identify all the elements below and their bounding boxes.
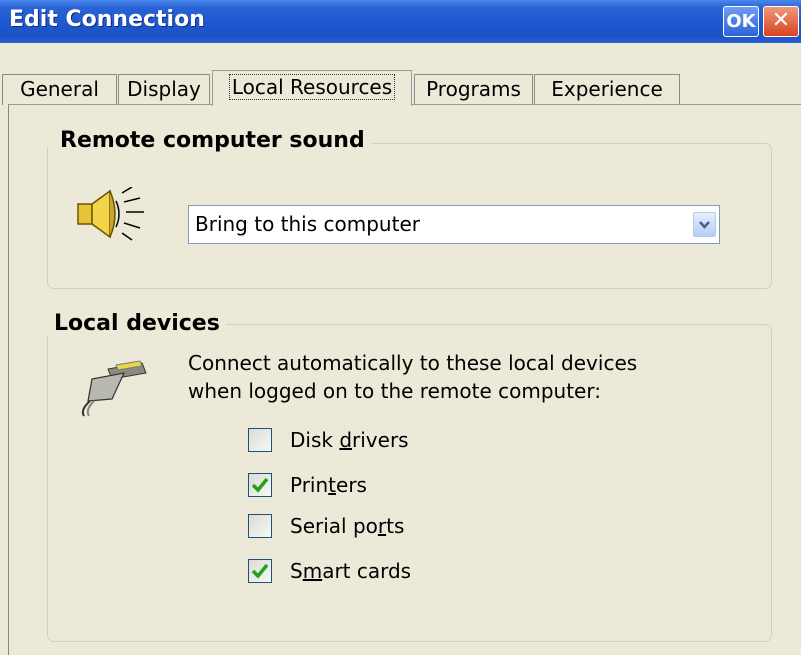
devices-group-title: Local devices: [42, 311, 226, 336]
tab-label: Display: [127, 77, 201, 101]
tab-label: Programs: [426, 77, 521, 101]
serial-ports-label: Serial ports: [290, 514, 405, 538]
checkmark-icon: [251, 477, 269, 493]
ok-button[interactable]: OK: [723, 6, 759, 37]
tab-display[interactable]: Display: [118, 74, 210, 105]
sound-group-title: Remote computer sound: [48, 128, 371, 153]
devices-description-line2: when logged on to the remote computer:: [188, 379, 601, 403]
title-bar: Edit Connection OK ✕: [0, 0, 801, 43]
printers-label: Printers: [290, 473, 367, 497]
chevron-down-icon: [699, 221, 710, 229]
close-button[interactable]: ✕: [763, 6, 799, 37]
checkmark-icon: [251, 563, 269, 579]
tab-label: Local Resources: [228, 74, 396, 100]
tab-label: Experience: [551, 77, 663, 101]
devices-description-line1: Connect automatically to these local dev…: [188, 351, 638, 375]
close-icon: ✕: [771, 8, 791, 33]
tab-experience[interactable]: Experience: [534, 74, 680, 105]
smart-cards-checkbox[interactable]: [248, 559, 272, 583]
window-title: Edit Connection: [9, 7, 205, 32]
smart-cards-label: Smart cards: [290, 559, 412, 583]
speaker-icon: [77, 187, 144, 241]
tab-general[interactable]: General: [2, 74, 117, 105]
printers-checkbox[interactable]: [248, 473, 272, 497]
sound-selected-value: Bring to this computer: [195, 212, 420, 236]
tab-label: General: [20, 77, 99, 101]
disk-drivers-checkbox[interactable]: [248, 428, 272, 452]
tab-strip: General Display Local Resources Programs…: [0, 43, 801, 106]
dropdown-button[interactable]: [693, 212, 716, 237]
disk-drivers-label: Disk drivers: [290, 428, 409, 452]
sound-dropdown[interactable]: Bring to this computer: [188, 205, 720, 244]
serial-ports-checkbox[interactable]: [248, 514, 272, 538]
cable-plug-icon: [81, 360, 147, 417]
tab-local-resources[interactable]: Local Resources: [212, 70, 412, 106]
tab-programs[interactable]: Programs: [414, 74, 533, 105]
